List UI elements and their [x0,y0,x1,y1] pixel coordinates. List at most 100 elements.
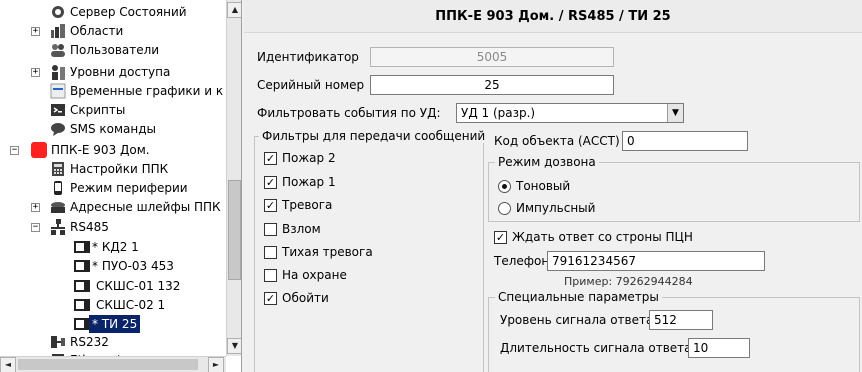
server-state-icon [50,4,66,20]
tree-item-label: Уровни доступа [70,65,171,79]
radio-selected[interactable] [498,180,511,193]
checkbox[interactable] [264,269,277,282]
properties-panel: ППК-Е 903 Дом. / RS485 / ТИ 25 Идентифик… [244,0,862,372]
tree-item-ti25[interactable]: * ТИ 25 [0,315,226,333]
special-params-group-title: Специальные параметры [495,290,662,304]
expand-icon[interactable]: + [31,27,40,36]
schedule-icon [50,83,66,99]
tree-item-label: Адресные шлейфы ППК [70,200,221,214]
tree-item-scripts[interactable]: Скрипты [0,101,226,119]
scroll-right-button[interactable]: ► [208,357,224,372]
serial-label: Серийный номер [257,78,365,92]
access-levels-icon [50,64,66,80]
checkbox[interactable]: ✓ [264,176,277,189]
special-params-group: Специальные параметры [488,290,860,372]
object-code-label: Код объекта (АССТ) [494,134,620,148]
filter-label: Фильтровать события по УД: [257,106,441,120]
tree-item-label: Режим периферии [70,181,188,195]
scroll-up-button[interactable]: ▲ [227,2,241,18]
tree-item-address-loops[interactable]: + Адресные шлейфы ППК [0,198,226,216]
checkbox-label: Тихая тревога [282,245,373,259]
users-icon [50,42,66,58]
tree-item-label: Временные графики и к [70,84,224,98]
checkbox-label: Тревога [282,198,333,212]
tree-item-device-settings[interactable]: Настройки ППК [0,160,226,178]
scripts-icon [50,102,66,118]
expand-icon[interactable]: + [31,68,40,77]
checkbox[interactable]: ✓ [264,199,277,212]
tree-item-peripheral-mode[interactable]: Режим периферии [0,179,226,197]
tree-item-skshs02[interactable]: СКШС-02 1 [0,296,226,314]
tree-vertical-scrollbar[interactable]: ▲ ▼ [226,0,241,356]
checkbox-label: На охране [282,268,347,282]
chevron-down-icon[interactable]: ▼ [667,104,683,122]
tree-item-device[interactable]: − ППК-Е 903 Дом. [0,141,226,159]
tree-item-users[interactable]: Пользователи [0,41,226,59]
phone-label: Телефон [494,254,550,268]
tree-horizontal-scrollbar[interactable]: ◄ ► [0,356,226,372]
expand-icon[interactable]: + [31,203,40,212]
calculator-icon [50,161,66,177]
collapse-icon[interactable]: − [10,146,19,155]
tree-item-label: Настройки ППК [70,162,169,176]
answer-duration-label: Длительность сигнала ответа [500,341,692,355]
tree-item-sms[interactable]: SMS команды [0,120,226,138]
checkbox-label: Обойти [282,291,329,305]
checkbox[interactable] [264,223,277,236]
filter-select-value: УД 1 (разр.) [461,106,536,120]
tree-item-puo[interactable]: * ПУО-03 453 [0,257,226,275]
tree-item-label: СКШС-01 132 [96,279,181,293]
tree-item-label-selected: * ТИ 25 [89,315,141,333]
page-title: ППК-Е 903 Дом. / RS485 / ТИ 25 [244,0,862,33]
scroll-thumb[interactable] [18,359,198,370]
serial-field[interactable]: 25 [370,75,614,95]
tree-item-label: * ПУО-03 453 [92,259,174,273]
rs232-icon [50,334,66,350]
tree-item-server-state[interactable]: Сервер Состояний [0,3,226,21]
tree-item-label: Пользователи [70,43,160,57]
module-icon [74,297,90,313]
tree-item-label: RS232 [70,335,109,349]
filters-group-title: Фильтры для передачи сообщений [259,129,489,143]
tree-item-rs485[interactable]: − RS485 [0,218,226,236]
scroll-left-button[interactable]: ◄ [0,357,16,372]
tree-item-access-levels[interactable]: + Уровни доступа [0,63,226,81]
answer-duration-field[interactable]: 10 [688,338,750,358]
phone-hint: Пример: 79262944284 [564,275,693,288]
scroll-thumb[interactable] [228,180,241,280]
sms-icon [50,121,66,137]
tree-item-schedules[interactable]: Временные графики и к [0,82,226,100]
tree-item-skshs01[interactable]: СКШС-01 132 [0,277,226,295]
module-icon [74,258,90,274]
filter-select[interactable]: УД 1 (разр.) ▼ [456,103,684,123]
checkbox[interactable]: ✓ [494,231,507,244]
identifier-field: 5005 [370,47,614,67]
tree-item-rs232[interactable]: RS232 [0,333,226,351]
tree-item-label: Сервер Состояний [70,5,187,19]
device-red-icon [31,142,47,158]
collapse-icon[interactable]: − [31,223,40,232]
radio[interactable] [498,202,511,215]
radio-label: Тоновый [516,179,571,193]
checkbox[interactable]: ✓ [264,152,277,165]
tree-item-label: СКШС-02 1 [96,298,166,312]
tree-item-areas[interactable]: + Области [0,22,226,40]
answer-level-field[interactable]: 512 [649,310,713,330]
checkbox-label: Пожар 2 [282,151,336,165]
answer-level-label: Уровень сигнала ответа [500,313,654,327]
checkbox-label: Пожар 1 [282,175,336,189]
tree-item-kd2[interactable]: * КД2 1 [0,238,226,256]
object-code-field[interactable]: 0 [622,131,748,151]
module-icon [74,278,90,294]
checkbox-label: Взлом [282,222,321,236]
scroll-down-button[interactable]: ▼ [227,338,241,354]
areas-icon [50,23,66,39]
checkbox[interactable] [264,246,277,259]
tree-item-label: * КД2 1 [92,240,139,254]
loops-icon [50,199,66,215]
phone-field[interactable]: 79161234567 [547,251,765,271]
checkbox[interactable]: ✓ [264,292,277,305]
tree-item-label: ППК-Е 903 Дом. [51,143,150,157]
tree-item-label: SMS команды [70,122,157,136]
rs485-icon [50,219,66,235]
